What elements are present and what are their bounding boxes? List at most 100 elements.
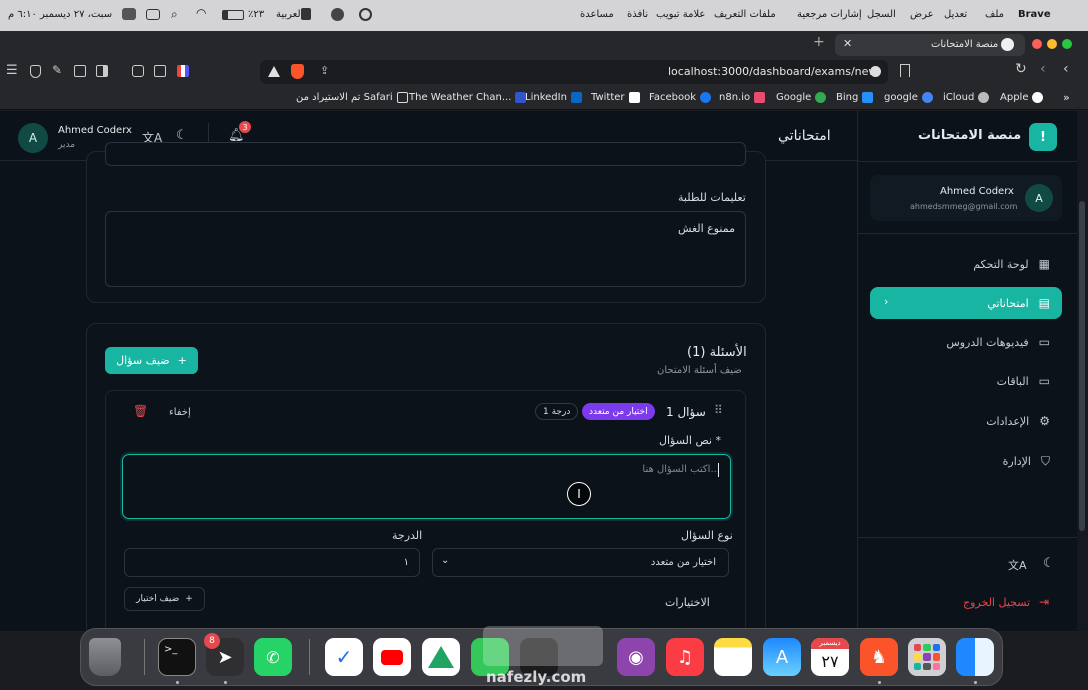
hide-question-button[interactable]: إخفاء: [169, 407, 191, 418]
bookmark-folder-safari[interactable]: تم الاستيراد من Safari: [296, 92, 408, 103]
podcasts-icon[interactable]: ◉: [617, 638, 655, 676]
page-scrollbar-thumb[interactable]: [1079, 201, 1085, 531]
finder-icon[interactable]: [956, 638, 994, 676]
bookmark-weather[interactable]: The Weather Chan...: [409, 92, 527, 103]
notes-icon[interactable]: [714, 638, 752, 676]
avatar: A: [1025, 184, 1053, 212]
sidebar-item-videos[interactable]: فيديوهات الدروس ▭: [870, 326, 1062, 358]
record-icon[interactable]: [359, 8, 372, 21]
menu-window[interactable]: نافذة: [627, 9, 648, 20]
sidebar-item-plans[interactable]: الباقات ▭: [870, 365, 1062, 397]
trash-icon[interactable]: [89, 638, 121, 676]
sidebar-toggle-icon[interactable]: [96, 65, 108, 77]
add-question-button[interactable]: ضيف سؤال +: [105, 347, 198, 374]
bookmark-google-lower[interactable]: google: [884, 92, 933, 103]
sidebar: منصة الامتحانات ! Ahmed Coderx ahmedsmme…: [857, 111, 1078, 631]
search-icon[interactable]: ⌕: [171, 7, 178, 22]
notification-icon[interactable]: [331, 8, 344, 21]
forward-icon[interactable]: ‹: [1040, 61, 1046, 77]
app-store-icon[interactable]: A: [763, 638, 801, 676]
close-tab-icon[interactable]: ✕: [843, 37, 852, 50]
extension-icon[interactable]: [177, 65, 189, 77]
previous-field[interactable]: [105, 142, 746, 166]
google-drive-icon[interactable]: [422, 638, 460, 676]
url-text[interactable]: localhost:3000/dashboard/exams/new: [668, 65, 877, 78]
menubar-datetime[interactable]: سبت، ٢٧ ديسمبر ٦:١٠ م: [8, 9, 112, 20]
menu-icon[interactable]: ☰: [6, 63, 18, 78]
screen-record-icon[interactable]: [122, 8, 136, 20]
youtube-icon[interactable]: [373, 638, 411, 676]
menu-profiles[interactable]: ملفات التعريف: [714, 9, 776, 20]
extensions-icon[interactable]: ✎: [52, 63, 62, 77]
avatar[interactable]: A: [18, 123, 48, 153]
moon-icon[interactable]: ☾: [176, 128, 188, 143]
wallet-icon[interactable]: [74, 65, 86, 77]
sidebar-divider: [858, 537, 1078, 538]
terminal-icon[interactable]: >_: [158, 638, 196, 676]
reload-icon[interactable]: ↻: [1015, 61, 1027, 77]
bookmark-icon[interactable]: [900, 64, 910, 77]
bookmark-icloud[interactable]: iCloud: [943, 92, 990, 103]
menu-edit[interactable]: تعديل: [944, 9, 967, 20]
translate-icon[interactable]: 文A: [1008, 557, 1027, 573]
calendar-icon[interactable]: ديسمبر ٢٧: [811, 638, 849, 676]
dock-divider: [309, 639, 310, 675]
drag-handle-icon[interactable]: ⠿: [714, 403, 723, 417]
whatsapp-icon[interactable]: ✆: [254, 638, 292, 676]
menu-file[interactable]: ملف: [985, 9, 1004, 20]
back-icon[interactable]: ‹: [1063, 61, 1069, 77]
logout-button[interactable]: تسجيل الخروج: [963, 596, 1030, 609]
instructions-textarea[interactable]: ممنوع الغش: [105, 211, 746, 287]
sidebar-item-settings[interactable]: الإعدادات ⚙: [870, 405, 1062, 437]
question-type-select[interactable]: اختيار من متعدد ⌄: [432, 548, 729, 577]
control-center-icon[interactable]: [146, 9, 160, 20]
menu-bookmarks[interactable]: إشارات مرجعية: [797, 9, 862, 20]
add-choice-button[interactable]: ضيف اختيار +: [124, 587, 205, 611]
new-tab-icon[interactable]: +: [813, 34, 825, 50]
close-window-icon[interactable]: [1032, 39, 1042, 49]
menu-history[interactable]: السجل: [867, 9, 896, 20]
keyboard-icon[interactable]: [301, 8, 311, 20]
wifi-icon[interactable]: ◠: [196, 6, 206, 20]
menu-view[interactable]: عرض: [910, 9, 934, 20]
tasks-check-icon[interactable]: ✓: [325, 638, 363, 676]
sidebar-item-dashboard[interactable]: لوحة التحكم ▦: [870, 248, 1062, 280]
menu-tab[interactable]: علامة تبويب: [656, 9, 705, 20]
menu-help[interactable]: مساعدة: [580, 9, 614, 20]
address-bar[interactable]: ⇪ localhost:3000/dashboard/exams/new: [260, 60, 888, 84]
sidebar-divider: [858, 161, 1078, 162]
moon-icon[interactable]: ☾: [1043, 556, 1055, 571]
points-input[interactable]: ١: [124, 548, 420, 577]
browser-tab[interactable]: ✕ منصة الامتحانات: [835, 34, 1025, 56]
shield-icon[interactable]: [30, 65, 41, 78]
brave-icon[interactable]: ♞: [860, 638, 898, 676]
screenshot-icon[interactable]: [132, 65, 144, 77]
zoom-window-icon[interactable]: [1062, 39, 1072, 49]
question-text-input[interactable]: اكتب السؤال هنا...: [122, 454, 731, 519]
menu-app[interactable]: Brave: [1018, 9, 1051, 20]
sidebar-user-card[interactable]: Ahmed Coderx ahmedsmmeg@gmail.com A: [870, 175, 1062, 221]
bookmark-apple[interactable]: Apple: [1000, 92, 1044, 103]
bookmark-twitter[interactable]: Twitter: [591, 92, 640, 103]
trash-icon[interactable]: 🗑︎: [133, 404, 148, 418]
tabs-icon[interactable]: [154, 65, 166, 77]
site-info-icon[interactable]: [870, 66, 881, 77]
brave-shields-icon[interactable]: [291, 64, 304, 79]
music-icon[interactable]: ♫: [666, 638, 704, 676]
battery-icon[interactable]: [222, 10, 244, 20]
sidebar-divider: [858, 233, 1078, 234]
minimize-window-icon[interactable]: [1047, 39, 1057, 49]
brave-rewards-icon[interactable]: [268, 66, 280, 77]
bookmark-google[interactable]: Google: [776, 92, 827, 103]
launchpad-icon[interactable]: [908, 638, 946, 676]
bookmarks-more-icon[interactable]: »: [1063, 91, 1070, 104]
input-language[interactable]: العربية: [276, 9, 303, 20]
bookmark-bing[interactable]: Bing: [836, 92, 874, 103]
bookmark-facebook[interactable]: Facebook: [649, 92, 711, 103]
logout-icon[interactable]: ⇥: [1039, 595, 1049, 609]
bookmark-linkedin[interactable]: LinkedIn: [525, 92, 582, 103]
sidebar-item-my-exams[interactable]: › امتحاناتي ▤: [870, 287, 1062, 319]
share-icon[interactable]: ⇪: [320, 64, 329, 77]
bookmark-n8n[interactable]: n8n.io: [719, 92, 766, 103]
sidebar-item-admin[interactable]: الإدارة ⛉: [870, 445, 1062, 477]
